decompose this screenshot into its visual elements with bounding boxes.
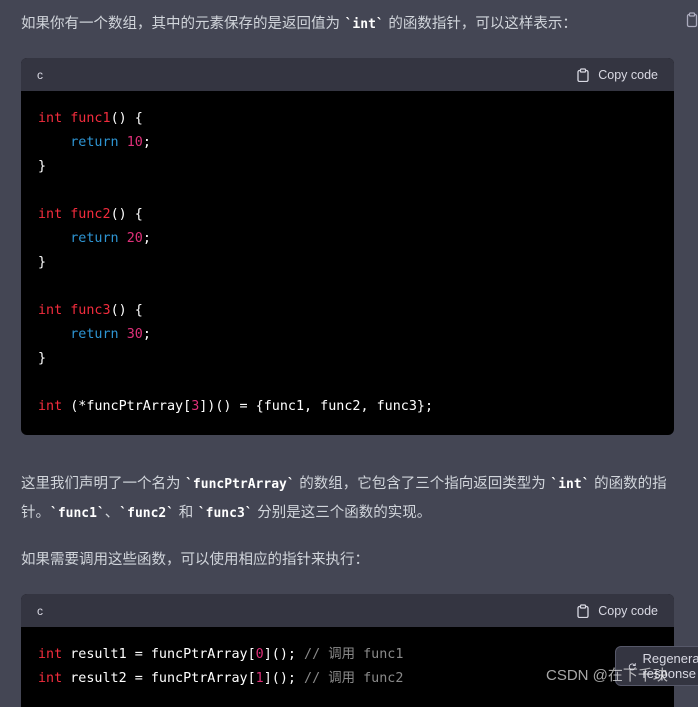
code-header: c Copy code — [21, 594, 674, 627]
explanation-text: 这里我们声明了一个名为 `funcPtrArray` 的数组，它包含了三个指向返… — [21, 476, 667, 521]
code-line: int func1() { — [38, 111, 143, 126]
code-language: c — [37, 603, 43, 618]
code-line: int func3() { — [38, 303, 143, 318]
inline-code: `func3` — [197, 506, 253, 521]
clipboard-icon — [577, 603, 589, 618]
copy-icon[interactable] — [686, 12, 698, 30]
inline-code: `int` — [550, 477, 590, 492]
inline-code: `int` — [344, 17, 384, 32]
code-line: } — [38, 159, 47, 174]
inline-code: `funcPtrArray` — [185, 477, 295, 492]
inline-code: `func2` — [119, 506, 175, 521]
watermark: CSDN @在下千玦 — [546, 667, 668, 684]
code-line: int (*funcPtrArray[3])() = {func1, func2… — [38, 399, 434, 414]
code-language: c — [37, 67, 43, 82]
code-content: int func1() { return 10;} int func2() { … — [21, 91, 674, 435]
code-line: } — [38, 255, 47, 270]
call-intro-text: 如果需要调用这些函数，可以使用相应的指针来执行： — [21, 552, 369, 568]
intro-text: 如果你有一个数组，其中的元素保存的是返回值为 `int` 的函数指针，可以这样表… — [21, 16, 577, 32]
code-block-2: c Copy code int result1 = funcPtrArray[0… — [21, 594, 674, 707]
code-line: return 20; — [70, 231, 151, 246]
copy-code-button[interactable]: Copy code — [576, 604, 658, 618]
copy-code-button[interactable]: Copy code — [576, 68, 658, 82]
code-block-1: c Copy code int func1() { return 10;} in… — [21, 58, 674, 435]
code-line: int func2() { — [38, 207, 143, 222]
code-header: c Copy code — [21, 58, 674, 91]
code-line: return 30; — [70, 327, 151, 342]
clipboard-icon — [577, 67, 589, 82]
code-line: return 10; — [70, 135, 151, 150]
code-line: } — [38, 351, 47, 366]
inline-code: `func1` — [50, 506, 105, 521]
